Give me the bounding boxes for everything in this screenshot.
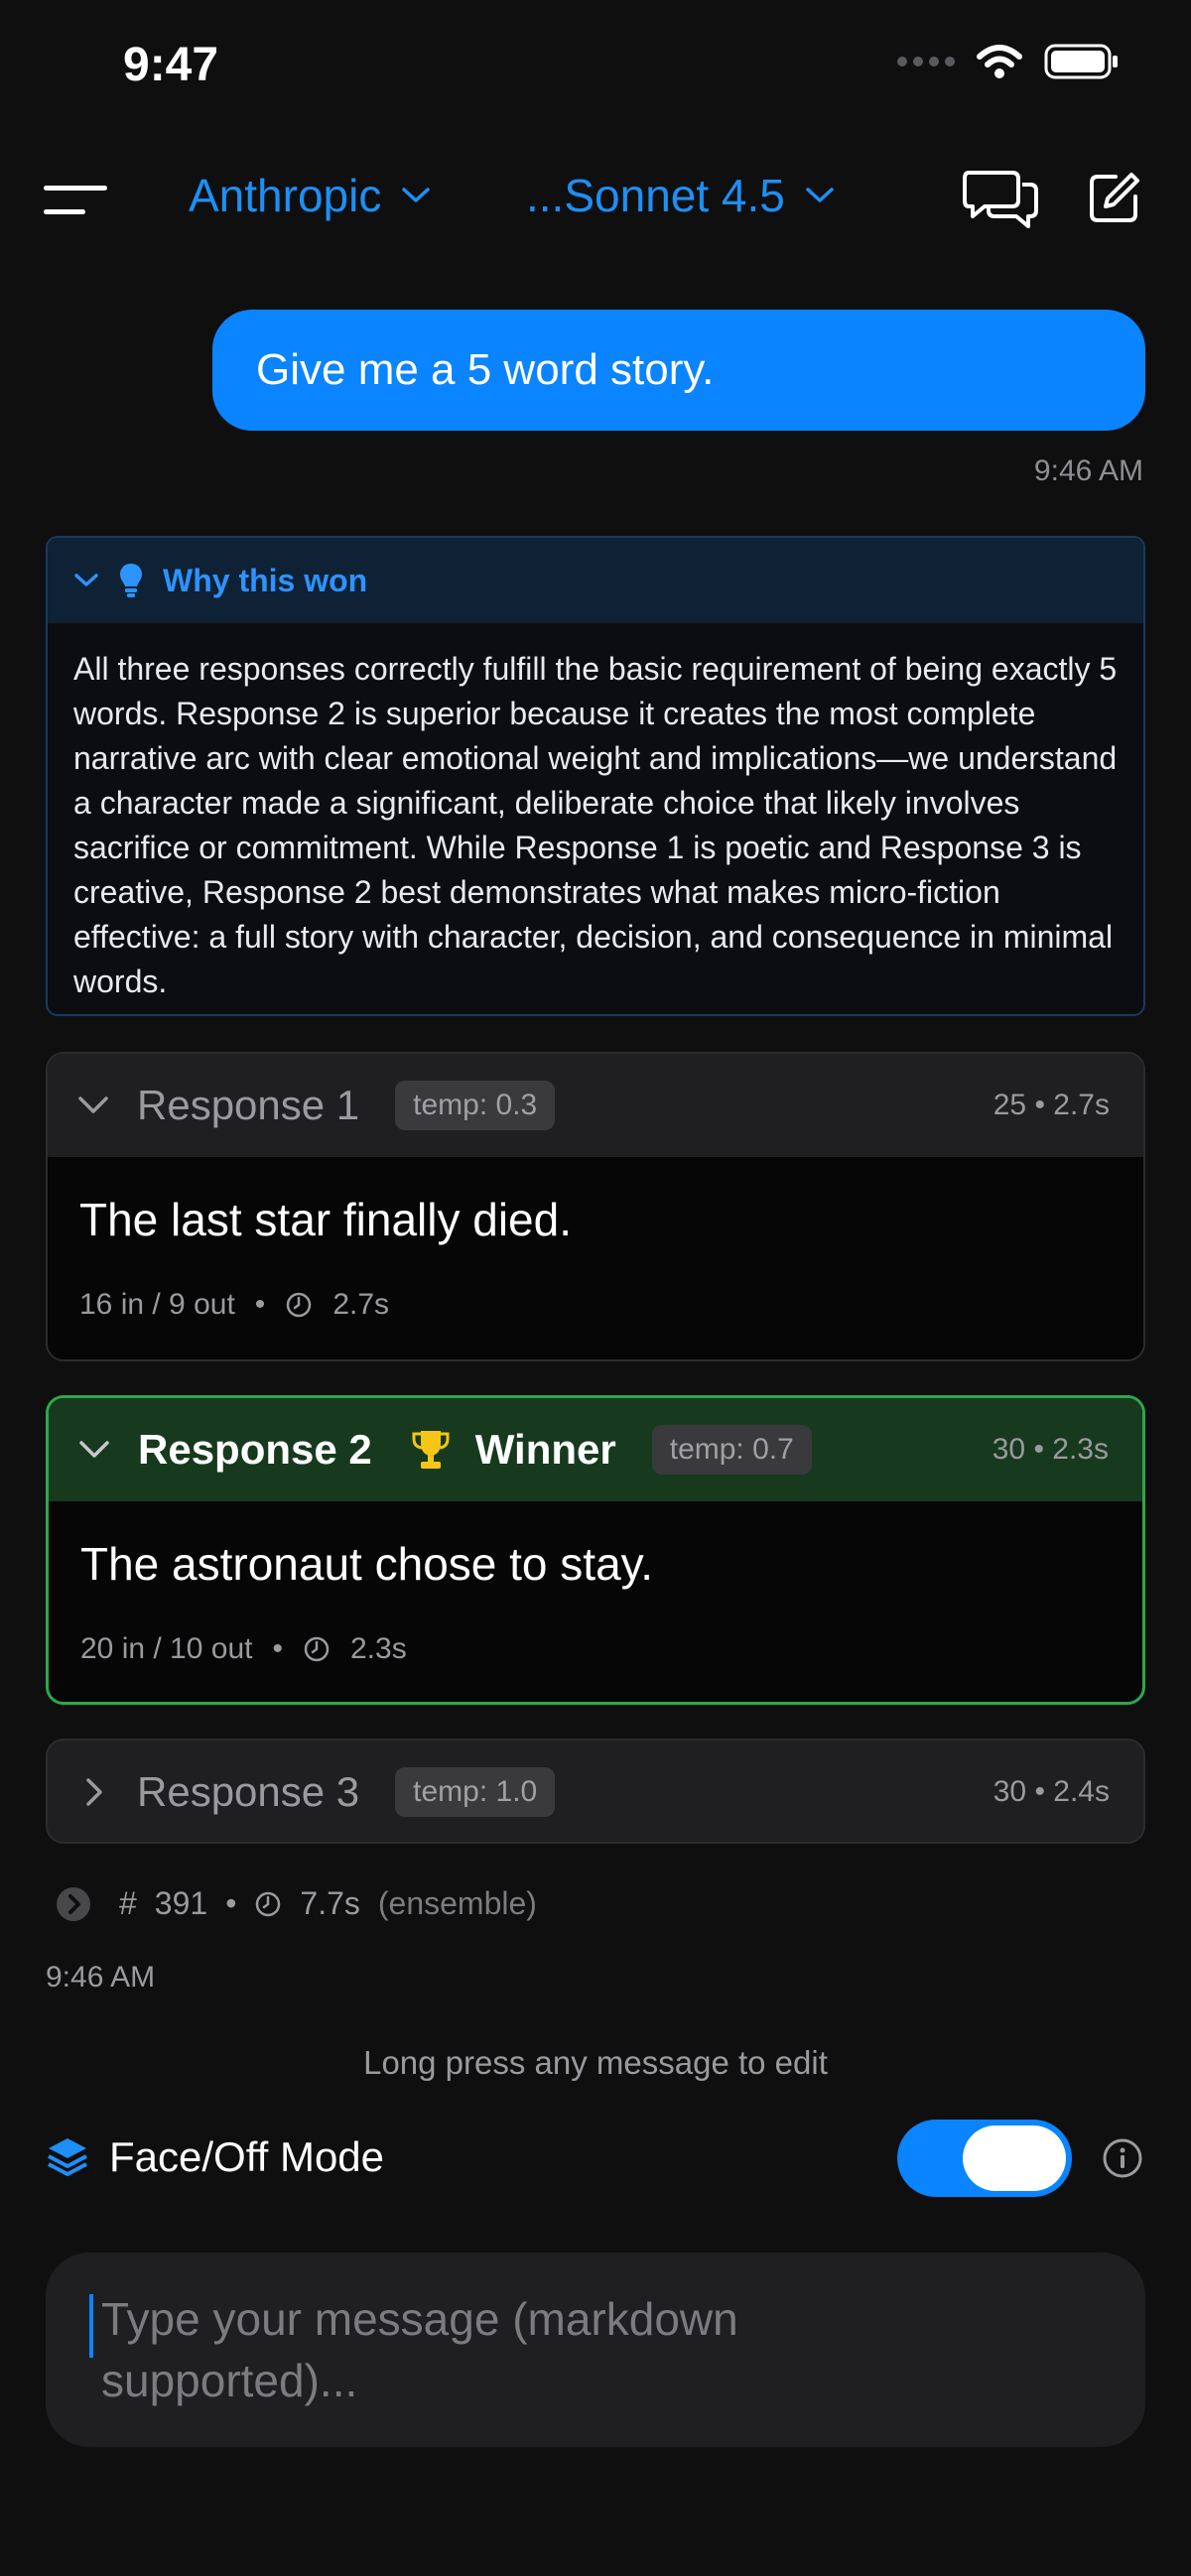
- response-1-temp-badge: temp: 0.3: [395, 1081, 556, 1130]
- status-icons: [897, 44, 1120, 79]
- response-1-title: Response 1: [137, 1082, 360, 1128]
- user-message-time: 9:46 AM: [1033, 454, 1143, 487]
- compose-icon[interactable]: [1088, 171, 1141, 224]
- lightbulb-icon: [120, 564, 142, 597]
- chevron-down-icon: [74, 574, 98, 586]
- clock-icon: [256, 1891, 281, 1916]
- layers-icon: [48, 2138, 87, 2176]
- response-3-header[interactable]: Response 3 temp: 1.0 30 • 2.4s: [48, 1740, 1143, 1842]
- response-1-text: The last star finally died.: [79, 1194, 573, 1245]
- total-time: 7.7s: [300, 1885, 360, 1921]
- why-this-won-body: All three responses correctly fulfill th…: [73, 651, 1118, 999]
- chevron-down-icon: [402, 188, 431, 202]
- hash-icon: #: [119, 1885, 137, 1921]
- faceoff-mode-toggle[interactable]: [897, 2120, 1072, 2197]
- why-this-won-panel: Why this won All three responses correct…: [46, 536, 1145, 1016]
- signal-icon: [897, 57, 955, 66]
- response-2-text: The astronaut chose to stay.: [80, 1538, 654, 1590]
- message-input-placeholder: Type your message (markdown supported)..…: [101, 2293, 738, 2406]
- response-3-stats: 30 • 2.4s: [992, 1775, 1110, 1808]
- info-icon[interactable]: [1102, 2137, 1143, 2179]
- response-2-temp-badge: temp: 0.7: [651, 1425, 812, 1475]
- response-2-title: Response 2: [138, 1426, 372, 1473]
- message-count: 391: [154, 1885, 208, 1921]
- response-1-stats: 25 • 2.7s: [992, 1089, 1110, 1121]
- faceoff-mode-label: Face/Off Mode: [109, 2133, 385, 2180]
- provider-label: Anthropic: [189, 170, 382, 221]
- why-this-won-header[interactable]: Why this won: [48, 538, 1143, 623]
- chevron-right-icon: [86, 1778, 102, 1806]
- chevron-down-icon: [78, 1096, 108, 1113]
- response-1-tokens: 16 in / 9 out: [79, 1288, 235, 1321]
- text-caret: [89, 2294, 93, 2358]
- response-2-header[interactable]: Response 2 Winner temp: 0.7 30 • 2.3s: [49, 1398, 1142, 1501]
- edit-hint: Long press any message to edit: [363, 2044, 828, 2081]
- user-message-text: Give me a 5 word story.: [256, 345, 715, 394]
- response-2-tokens: 20 in / 10 out: [80, 1632, 253, 1665]
- provider-selector[interactable]: Anthropic: [189, 169, 431, 222]
- model-label: ...Sonnet 4.5: [526, 170, 785, 221]
- response-3-temp-badge: temp: 1.0: [395, 1767, 556, 1817]
- response-card-3[interactable]: Response 3 temp: 1.0 30 • 2.4s: [46, 1739, 1145, 1844]
- chevron-down-icon: [79, 1441, 109, 1458]
- winner-label: Winner: [474, 1426, 616, 1473]
- message-input[interactable]: Type your message (markdown supported)..…: [46, 2253, 1145, 2447]
- clock-icon: [287, 1292, 312, 1318]
- toggle-knob: [963, 2125, 1066, 2191]
- response-2-footer: 20 in / 10 out • 2.3s: [80, 1632, 407, 1665]
- clock-icon: [304, 1636, 330, 1662]
- battery-icon: [1044, 44, 1118, 79]
- trophy-icon: [412, 1431, 450, 1469]
- chat-bubbles-icon[interactable]: [963, 167, 1038, 230]
- chevron-down-icon: [806, 188, 834, 202]
- message-meta: # 391 • 7.7s (ensemble): [56, 1885, 537, 1922]
- response-1-duration: 2.7s: [332, 1288, 390, 1321]
- response-card-1: Response 1 temp: 0.3 25 • 2.7s The last …: [46, 1052, 1145, 1361]
- response-1-footer: 16 in / 9 out • 2.7s: [79, 1288, 390, 1321]
- response-3-title: Response 3: [137, 1768, 360, 1815]
- user-message-bubble[interactable]: Give me a 5 word story.: [212, 310, 1145, 431]
- menu-icon[interactable]: [44, 184, 107, 217]
- wifi-icon: [977, 45, 1022, 78]
- chevron-right-circle-icon[interactable]: [56, 1886, 91, 1922]
- response-card-2: Response 2 Winner temp: 0.7 30 • 2.3s Th…: [46, 1395, 1145, 1705]
- response-2-duration: 2.3s: [349, 1632, 407, 1665]
- mode-label: (ensemble): [377, 1885, 537, 1921]
- why-this-won-title: Why this won: [163, 562, 368, 598]
- response-2-stats: 30 • 2.3s: [992, 1433, 1109, 1466]
- model-selector[interactable]: ...Sonnet 4.5: [526, 169, 835, 222]
- assistant-message-time: 9:46 AM: [46, 1961, 156, 1994]
- response-1-header[interactable]: Response 1 temp: 0.3 25 • 2.7s: [48, 1054, 1143, 1157]
- status-time: 9:47: [123, 39, 219, 91]
